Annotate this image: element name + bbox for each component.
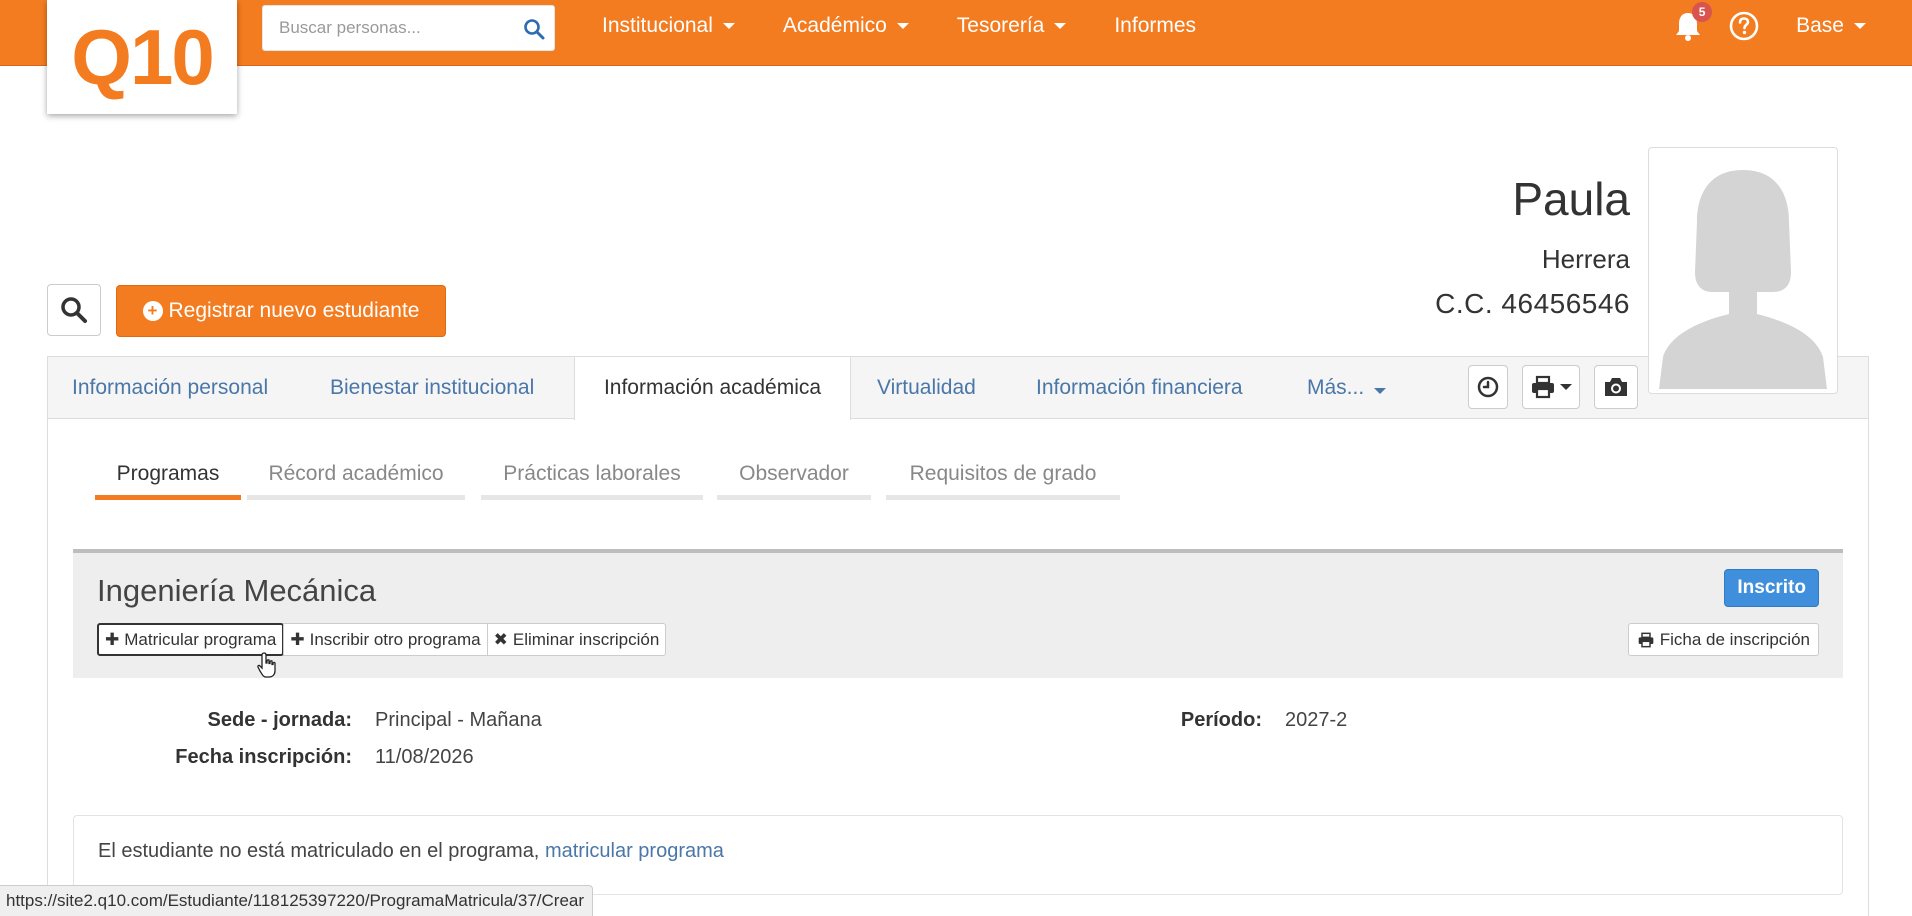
- status-badge: Inscrito: [1724, 569, 1819, 607]
- button-label: Ficha de inscripción: [1659, 629, 1810, 649]
- nav-academico[interactable]: Académico: [783, 14, 909, 38]
- plus-icon: ✚: [290, 629, 305, 649]
- close-icon: ✖: [493, 629, 508, 649]
- avatar-placeholder-icon: [1653, 152, 1833, 389]
- student-panel: Información personal Bienestar instituci…: [47, 356, 1869, 916]
- subtab-underline: [886, 495, 1120, 500]
- plus-circle-icon: +: [142, 301, 163, 321]
- camera-icon: [1605, 378, 1627, 396]
- subtab-practicas-laborales[interactable]: Prácticas laborales: [481, 454, 703, 500]
- subtab-underline: [247, 495, 465, 500]
- program-card: Ingeniería Mecánica Inscrito ✚ Matricular…: [73, 549, 1843, 678]
- register-label: Registrar nuevo estudiante: [168, 299, 420, 322]
- tab-informacion-personal[interactable]: Información personal: [72, 357, 268, 419]
- chevron-down-icon: [1054, 23, 1067, 29]
- subtab-label: Récord académico: [268, 462, 444, 485]
- nav-label: Informes: [1114, 14, 1197, 37]
- top-navbar: Institucional Académico Tesorería Inform…: [0, 0, 1912, 66]
- chevron-down-icon: [1560, 384, 1572, 390]
- program-actions: ✚ Matricular programa ✚ Inscribir otro pro…: [97, 623, 667, 656]
- subtab-underline: [717, 495, 871, 500]
- print-menu-button[interactable]: [1522, 365, 1580, 409]
- subtab-programas[interactable]: Programas: [95, 454, 241, 500]
- clock-icon: [1477, 376, 1499, 398]
- nav-informes[interactable]: Informes: [1114, 14, 1196, 38]
- chevron-down-icon: [896, 23, 909, 29]
- student-first-name: Paula: [1512, 173, 1630, 225]
- program-title: Ingeniería Mecánica: [97, 573, 377, 608]
- main-nav: Institucional Académico Tesorería Inform…: [602, 0, 1244, 52]
- help-icon[interactable]: [1728, 10, 1760, 42]
- periodo-value: 2027-2: [1285, 709, 1348, 731]
- subtab-requisitos-de-grado[interactable]: Requisitos de grado: [886, 454, 1120, 500]
- logo-text: Q10: [71, 12, 214, 101]
- fecha-inscripcion-label: Fecha inscripción:: [175, 746, 352, 768]
- search-box: [262, 5, 555, 51]
- button-label: Matricular programa: [124, 629, 277, 649]
- subtab-label: Observador: [739, 462, 849, 485]
- camera-button[interactable]: [1594, 365, 1638, 409]
- nav-institucional[interactable]: Institucional: [602, 14, 735, 38]
- subtab-underline: [95, 495, 241, 500]
- sede-value: Principal - Mañana: [375, 709, 542, 731]
- nav-tesoreria[interactable]: Tesorería: [957, 14, 1067, 38]
- tab-virtualidad[interactable]: Virtualidad: [877, 357, 976, 419]
- subtab-label: Requisitos de grado: [909, 462, 1097, 485]
- hand-cursor-icon: [257, 652, 276, 678]
- search-input[interactable]: [263, 8, 503, 48]
- eliminar-inscripcion-button[interactable]: ✖ Eliminar inscripción: [486, 623, 667, 656]
- register-student-button[interactable]: + Registrar nuevo estudiante: [116, 285, 446, 337]
- student-document: C.C. 46456546: [1435, 288, 1630, 319]
- notice-text: El estudiante no está matriculado en el …: [98, 840, 540, 862]
- nav-label: Tesorería: [956, 14, 1045, 37]
- notifications-button[interactable]: 5: [1670, 2, 1713, 44]
- logo[interactable]: Q10: [47, 0, 237, 114]
- sede-label: Sede - jornada:: [207, 709, 352, 731]
- subtab-record-academico[interactable]: Récord académico: [247, 454, 465, 500]
- student-photo[interactable]: [1648, 147, 1838, 394]
- printer-icon: [1638, 632, 1654, 647]
- search-icon[interactable]: [522, 17, 546, 41]
- search-icon: [61, 297, 87, 323]
- history-button[interactable]: [1468, 365, 1508, 409]
- nav-right: 5 Base: [1670, 0, 1912, 52]
- tab-mas[interactable]: Más...: [1307, 357, 1387, 419]
- student-last-name: Herrera: [1541, 244, 1630, 274]
- tab-informacion-financiera[interactable]: Información financiera: [1036, 357, 1243, 419]
- user-menu[interactable]: Base: [1796, 14, 1866, 38]
- nav-label: Institucional: [602, 14, 713, 37]
- fecha-inscripcion-value: 11/08/2026: [375, 746, 474, 768]
- periodo-label: Período:: [1180, 709, 1262, 731]
- notification-badge: 5: [1692, 2, 1713, 22]
- tab-bienestar-institucional[interactable]: Bienestar institucional: [330, 357, 534, 419]
- matricular-programa-link[interactable]: matricular programa: [545, 840, 724, 862]
- tab-informacion-academica[interactable]: Información académica: [574, 357, 851, 420]
- chevron-down-icon: [1854, 23, 1866, 29]
- tab-mas-label: Más...: [1307, 376, 1365, 399]
- user-menu-label: Base: [1796, 14, 1844, 37]
- tab-tools: [1468, 365, 1652, 409]
- button-label: Eliminar inscripción: [512, 629, 660, 649]
- chevron-down-icon: [722, 23, 735, 29]
- subtab-label: Prácticas laborales: [503, 462, 681, 485]
- plus-icon: ✚: [105, 629, 120, 649]
- nav-label: Académico: [782, 14, 887, 37]
- inscribir-otro-programa-button[interactable]: ✚ Inscribir otro programa: [283, 623, 488, 656]
- printer-icon: [1532, 375, 1554, 399]
- chevron-down-icon: [1374, 388, 1387, 394]
- subtab-label: Programas: [116, 462, 220, 485]
- ficha-inscripcion-button[interactable]: Ficha de inscripción: [1627, 623, 1819, 656]
- status-bar-url: https://site2.q10.com/Estudiante/1181253…: [0, 885, 594, 916]
- subtab-underline: [481, 495, 703, 500]
- button-label: Inscribir otro programa: [309, 629, 481, 649]
- search-student-button[interactable]: [47, 284, 101, 336]
- enrollment-notice: El estudiante no está matriculado en el …: [73, 815, 1843, 895]
- subtab-observador[interactable]: Observador: [717, 454, 871, 500]
- main-tabs: Información personal Bienestar instituci…: [48, 357, 1868, 420]
